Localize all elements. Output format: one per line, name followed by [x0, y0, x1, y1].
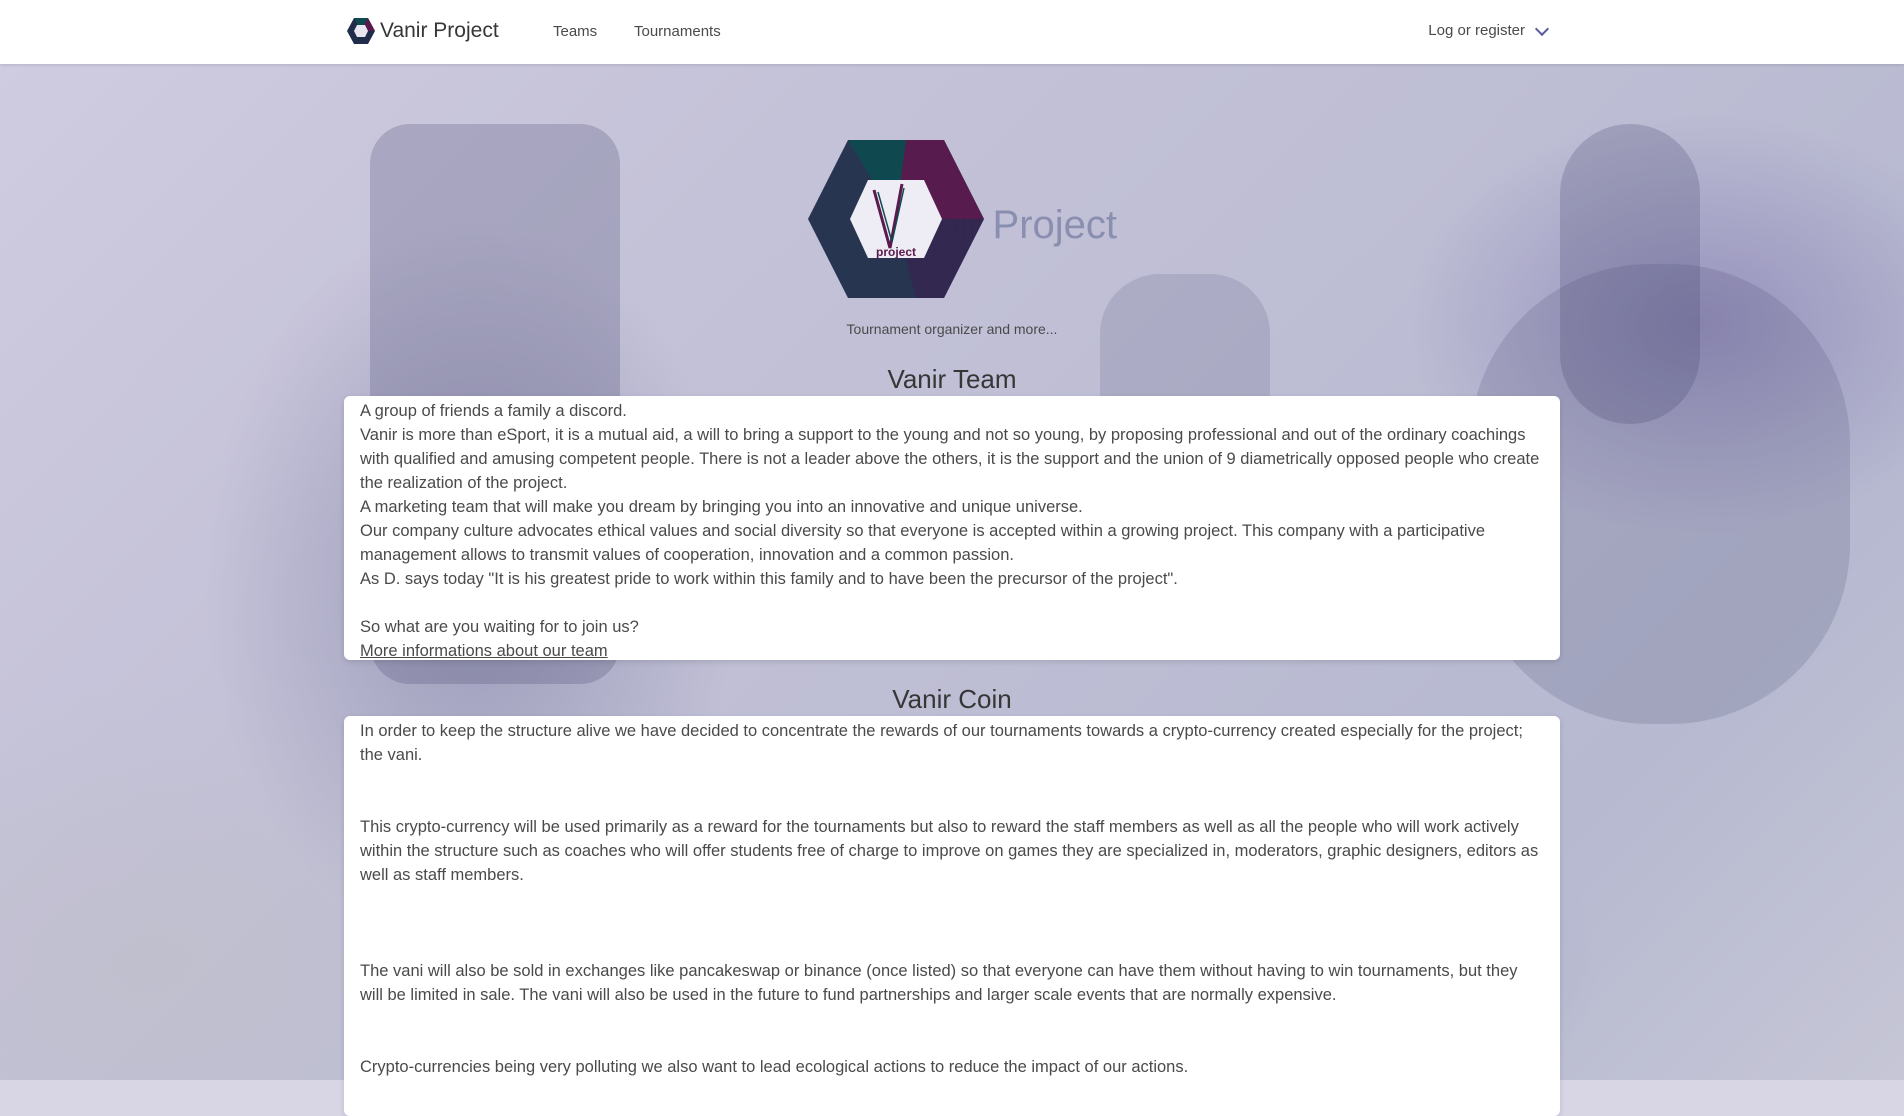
team-paragraph: Our company culture advocates ethical va…: [360, 522, 1486, 564]
coin-card: In order to keep the structure alive we …: [344, 716, 1560, 1116]
brand-name: Vanir Project: [380, 19, 499, 42]
team-paragraph: Vanir is more than eSport, it is a mutua…: [360, 426, 1540, 492]
team-card: A group of friends a family a discord. V…: [344, 396, 1560, 660]
coin-paragraph: This crypto-currency will be used primar…: [360, 818, 1539, 884]
coin-paragraph: The vani will also be sold in exchanges …: [360, 962, 1518, 1004]
coin-paragraph: Crypto-currencies being very polluting w…: [360, 1058, 1189, 1076]
login-register-label: Log or register: [1428, 22, 1525, 39]
team-paragraph: A marketing team that will make you drea…: [360, 498, 1083, 516]
login-register-dropdown[interactable]: Log or register: [1428, 21, 1550, 39]
nav-teams-link[interactable]: Teams: [553, 23, 597, 40]
team-section-title: Vanir Team: [887, 364, 1017, 394]
team-paragraph: As D. says today "It is his greatest pri…: [360, 570, 1178, 588]
nav-tournaments-link[interactable]: Tournaments: [634, 23, 721, 40]
hero-logo: project: [808, 140, 984, 298]
hero-subtitle: Tournament organizer and more...: [846, 321, 1058, 337]
team-paragraph: A group of friends a family a discord.: [360, 402, 627, 420]
top-navbar: Vanir Project Teams Tournaments Log or r…: [0, 0, 1904, 64]
chevron-down-icon: [1534, 21, 1550, 36]
team-paragraph: So what are you waiting for to join us?: [360, 618, 639, 636]
team-more-info-link[interactable]: More informations about our team: [360, 642, 608, 660]
svg-text:project: project: [876, 245, 916, 259]
coin-paragraph: In order to keep the structure alive we …: [360, 722, 1523, 764]
brand-link[interactable]: Vanir Project: [346, 16, 499, 46]
coin-section-title: Vanir Coin: [892, 684, 1012, 714]
vanir-logo-icon: [347, 18, 375, 44]
